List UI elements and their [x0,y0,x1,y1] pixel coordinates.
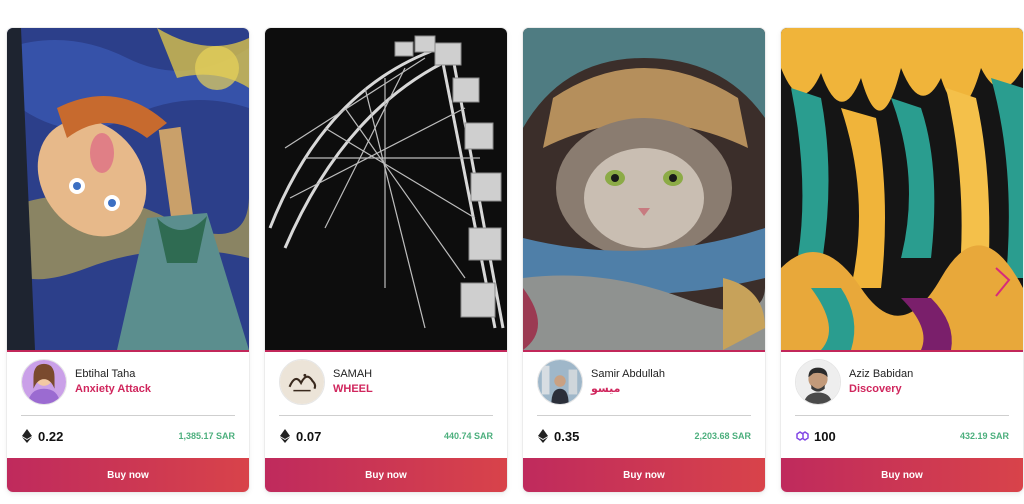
fiat-price: 440.74 SAR [443,431,493,441]
ethereum-icon [537,429,549,443]
ethereum-icon [21,429,33,443]
artwork-title[interactable]: WHEEL [333,382,373,397]
buy-now-button[interactable]: Buy now [265,458,507,492]
creator-info[interactable]: Ebtihal Taha Anxiety Attack [21,358,151,406]
artwork-image[interactable] [7,28,249,350]
crypto-price: 0.35 [554,428,580,444]
price-row: 0.22 1,385.17 SAR [21,426,235,446]
fiat-price: 432.19 SAR [959,431,1009,441]
artwork-title[interactable]: ميسو [591,382,665,397]
creator-avatar[interactable] [21,359,67,405]
creator-name[interactable]: SAMAH [333,367,373,382]
artwork-image[interactable] [781,28,1023,350]
creator-avatar[interactable] [795,359,841,405]
artwork-title[interactable]: Anxiety Attack [75,382,151,397]
artwork-divider [7,350,249,352]
creator-name[interactable]: Ebtihal Taha [75,367,151,382]
divider [795,415,1009,416]
price-row: 0.35 2,203.68 SAR [537,426,751,446]
buy-now-button[interactable]: Buy now [523,458,765,492]
creator-info[interactable]: Samir Abdullah ميسو [537,358,665,406]
divider [537,415,751,416]
artwork-divider [265,350,507,352]
nft-card[interactable]: Aziz Babidan Discovery 100 432.19 SAR Bu… [781,28,1023,492]
ethereum-icon [279,429,291,443]
divider [279,415,493,416]
buy-now-button[interactable]: Buy now [7,458,249,492]
fiat-price: 1,385.17 SAR [178,431,235,441]
price-row: 0.07 440.74 SAR [279,426,493,446]
artwork-image[interactable] [265,28,507,350]
creator-info[interactable]: Aziz Babidan Discovery [795,358,913,406]
divider [21,415,235,416]
artwork-divider [523,350,765,352]
nft-card[interactable]: SAMAH WHEEL 0.07 440.74 SAR Buy now [265,28,507,492]
nft-card[interactable]: Samir Abdullah ميسو 0.35 2,203.68 SAR Bu… [523,28,765,492]
creator-avatar[interactable] [279,359,325,405]
creator-avatar[interactable] [537,359,583,405]
crypto-price: 0.07 [296,428,322,444]
artwork-title[interactable]: Discovery [849,382,913,397]
artwork-divider [781,350,1023,352]
nft-card[interactable]: Ebtihal Taha Anxiety Attack 0.22 1,385.1… [7,28,249,492]
fiat-price: 2,203.68 SAR [694,431,751,441]
artwork-image[interactable] [523,28,765,350]
crypto-price: 100 [814,428,836,444]
creator-name[interactable]: Aziz Babidan [849,367,913,382]
crypto-price: 0.22 [38,428,64,444]
creator-name[interactable]: Samir Abdullah [591,367,665,382]
polygon-icon [795,430,809,442]
buy-now-button[interactable]: Buy now [781,458,1023,492]
creator-info[interactable]: SAMAH WHEEL [279,358,373,406]
nft-card-grid: Ebtihal Taha Anxiety Attack 0.22 1,385.1… [7,28,1023,492]
price-row: 100 432.19 SAR [795,426,1009,446]
